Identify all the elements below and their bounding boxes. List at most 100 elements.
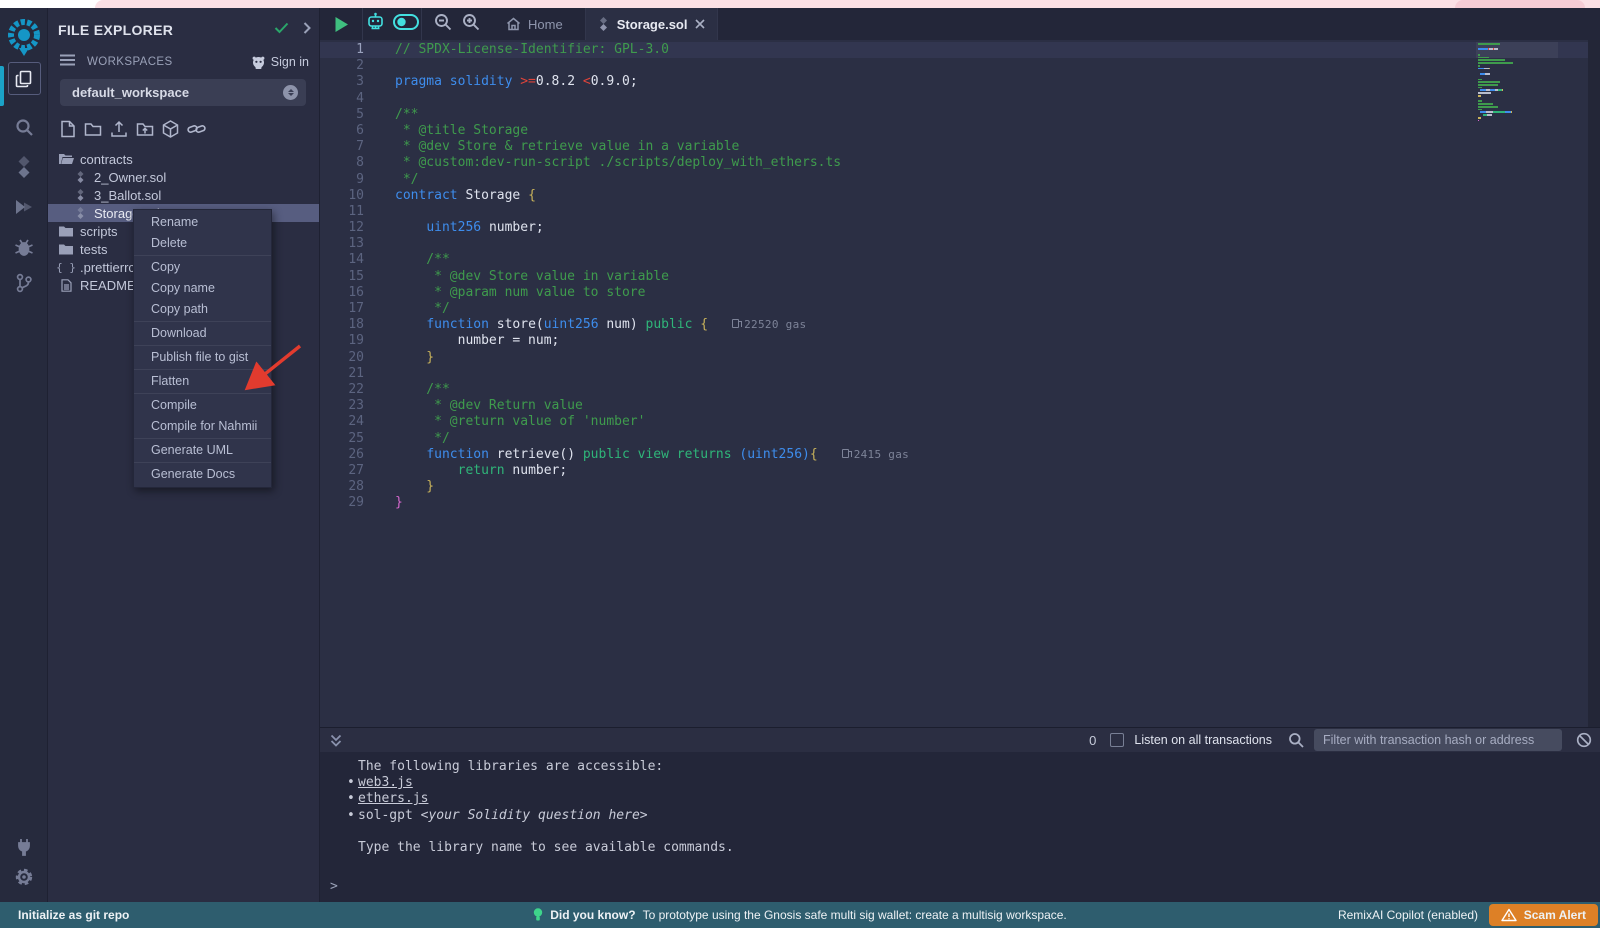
menu-separator [134, 255, 271, 256]
plugin-manager-icon[interactable] [0, 830, 48, 864]
git-icon[interactable] [0, 266, 48, 300]
library-item-web3-js[interactable]: •web3.js [347, 775, 648, 791]
code-line-7: 7 * @dev Store & retrieve value in a var… [320, 139, 909, 155]
terminal-output[interactable]: The following libraries are accessible: … [320, 752, 1600, 902]
tab-bar: Home Storage.sol [320, 8, 1600, 40]
remix-logo-icon[interactable] [0, 16, 48, 60]
sign-in-button[interactable]: Sign in [251, 55, 309, 69]
folder-icon [58, 244, 74, 255]
listen-label: Listen on all transactions [1134, 733, 1272, 747]
tab-active-label: Storage.sol [617, 17, 688, 32]
toolbar-divider [717, 8, 718, 40]
lightbulb-icon [533, 908, 543, 923]
debugger-icon[interactable] [0, 230, 48, 264]
menu-item-copy-path[interactable]: Copy path [134, 299, 271, 320]
minimap[interactable] [1476, 42, 1558, 725]
terminal-search-icon[interactable] [1288, 732, 1304, 748]
tree-item-label: tests [80, 242, 107, 257]
code-line-21: 21 [320, 366, 909, 382]
code-line-24: 24 * @return value of 'number' [320, 414, 909, 430]
zoom-out-icon[interactable] [434, 13, 452, 36]
solidity-icon [72, 171, 88, 183]
terminal-prompt[interactable]: > [330, 879, 338, 895]
hamburger-menu-icon[interactable] [60, 53, 75, 71]
gas-pump-icon [732, 319, 739, 328]
file-explorer-icon[interactable] [0, 62, 48, 96]
transaction-filter-input[interactable] [1314, 729, 1562, 751]
link-icon[interactable] [187, 118, 206, 140]
solidity-compiler-icon[interactable] [0, 150, 48, 184]
menu-item-copy[interactable]: Copy [134, 257, 271, 278]
warning-icon [1501, 908, 1517, 922]
new-folder-icon[interactable] [84, 118, 102, 140]
file-explorer-header: FILE EXPLORER [58, 18, 311, 42]
code-line-3: 3pragma solidity >=0.8.2 <0.9.0; [320, 74, 909, 90]
search-icon[interactable] [0, 110, 48, 144]
ai-robot-icon[interactable] [366, 12, 385, 36]
code-area: 1// SPDX-License-Identifier: GPL-3.023pr… [320, 42, 909, 511]
menu-item-generate-uml[interactable]: Generate UML [134, 440, 271, 461]
code-line-19: 19 number = num; [320, 333, 909, 349]
folder-icon [58, 226, 74, 237]
menu-separator [134, 393, 271, 394]
menu-separator [134, 462, 271, 463]
zoom-in-icon[interactable] [462, 13, 480, 36]
menu-item-generate-docs[interactable]: Generate Docs [134, 464, 271, 485]
run-script-button[interactable] [320, 16, 362, 33]
menu-item-copy-name[interactable]: Copy name [134, 278, 271, 299]
code-line-14: 14 /** [320, 252, 909, 268]
terminal-intro-line: The following libraries are accessible: [358, 759, 663, 775]
workspaces-row: WORKSPACES Sign in [60, 52, 309, 72]
tree-item-2-owner-sol[interactable]: 2_Owner.sol [48, 168, 319, 186]
menu-item-delete[interactable]: Delete [134, 233, 271, 254]
menu-item-flatten[interactable]: Flatten [134, 371, 271, 392]
code-line-22: 22 /** [320, 382, 909, 398]
workspace-name: default_workspace [72, 85, 189, 100]
tab-home-label: Home [528, 17, 563, 32]
code-line-28: 28 } [320, 479, 909, 495]
tab-storage-sol[interactable]: Storage.sol [586, 8, 718, 40]
panel-title: FILE EXPLORER [58, 22, 173, 38]
code-editor[interactable]: 1// SPDX-License-Identifier: GPL-3.023pr… [320, 40, 1600, 727]
tree-item-3-ballot-sol[interactable]: 3_Ballot.sol [48, 186, 319, 204]
menu-item-rename[interactable]: Rename [134, 212, 271, 233]
new-file-icon[interactable] [60, 118, 76, 140]
listen-checkbox[interactable] [1110, 733, 1124, 747]
copilot-status[interactable]: RemixAI Copilot (enabled) [1338, 908, 1478, 922]
settings-gear-icon[interactable] [0, 860, 48, 894]
clear-terminal-icon[interactable] [1576, 732, 1592, 748]
upload-folder-icon[interactable] [136, 118, 154, 140]
library-item-ethers-js[interactable]: •ethers.js [347, 791, 648, 807]
ai-copilot-group [363, 12, 421, 36]
code-line-5: 5/** [320, 107, 909, 123]
code-line-20: 20 } [320, 350, 909, 366]
transaction-count-badge: 0 [1089, 733, 1096, 748]
menu-item-compile[interactable]: Compile [134, 395, 271, 416]
scam-alert-button[interactable]: Scam Alert [1489, 904, 1598, 926]
icon-rail [0, 8, 48, 902]
collapse-terminal-icon[interactable] [330, 734, 342, 747]
library-item-sol-gpt: •sol-gpt <your Solidity question here> [347, 808, 648, 824]
gas-estimate: 2415 gas [842, 448, 909, 461]
braces-icon: { } [58, 261, 74, 274]
tree-item-label: contracts [80, 152, 133, 167]
menu-item-compile-for-nahmii[interactable]: Compile for Nahmii [134, 416, 271, 437]
upload-file-icon[interactable] [110, 118, 128, 140]
code-line-11: 11 [320, 204, 909, 220]
workspace-select[interactable]: default_workspace [60, 79, 306, 106]
code-line-13: 13 [320, 236, 909, 252]
tab-close-icon[interactable] [695, 17, 705, 32]
menu-item-download[interactable]: Download [134, 323, 271, 344]
code-line-10: 10contract Storage { [320, 188, 909, 204]
tab-home[interactable]: Home [492, 8, 585, 40]
chevron-right-icon[interactable] [303, 21, 311, 39]
tree-item-contracts[interactable]: contracts [48, 150, 319, 168]
menu-separator [134, 345, 271, 346]
menu-item-publish-file-to-gist[interactable]: Publish file to gist [134, 347, 271, 368]
tree-item-label: 2_Owner.sol [94, 170, 166, 185]
deploy-and-run-icon[interactable] [0, 190, 48, 224]
tree-item-label: 3_Ballot.sol [94, 188, 161, 203]
ipfs-cube-icon[interactable] [162, 118, 179, 140]
code-line-25: 25 */ [320, 431, 909, 447]
ai-copilot-toggle[interactable] [393, 14, 419, 35]
